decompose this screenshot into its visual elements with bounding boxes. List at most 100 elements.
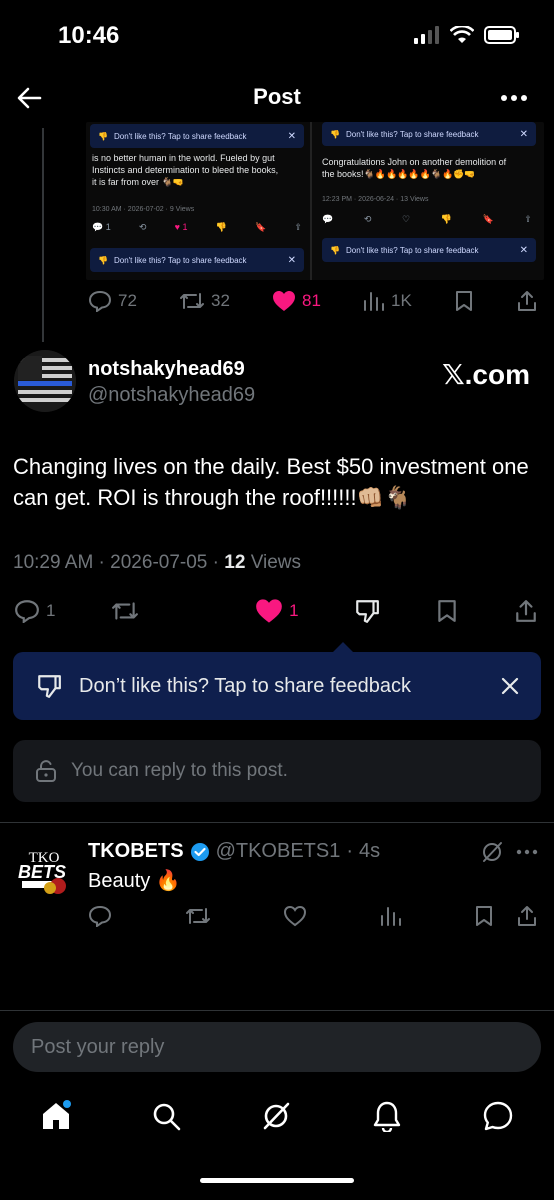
status-time: 10:46: [58, 22, 120, 49]
heart-filled-icon: [273, 291, 295, 311]
heart-outline-icon[interactable]: [283, 905, 307, 927]
reply-button[interactable]: 1: [14, 599, 55, 623]
reply-count: 72: [118, 291, 137, 310]
reply-icon[interactable]: [88, 905, 112, 927]
post-action-bar: 1 1: [14, 598, 538, 624]
home-indicator: [200, 1178, 354, 1183]
reply-handle[interactable]: @TKOBETS1: [216, 840, 341, 863]
post-date: 2026-07-05: [110, 552, 208, 573]
notifications-icon[interactable]: [372, 1100, 402, 1132]
messages-icon[interactable]: [482, 1100, 514, 1132]
mini-post-text: is no better human in the world. Fueled …: [92, 153, 279, 187]
views-count: 1K: [391, 291, 412, 310]
embedded-post-left: 👎 Don't like this? Tap to share feedback…: [86, 122, 308, 280]
reply-more-icon[interactable]: [516, 849, 538, 855]
status-icons: [414, 26, 520, 44]
heart-filled-icon: [256, 599, 282, 623]
share-button[interactable]: [516, 290, 538, 312]
reply-body: Beauty 🔥: [88, 870, 181, 892]
share-button[interactable]: [514, 599, 538, 623]
bookmark-button[interactable]: [436, 599, 458, 623]
post-meta: 10:29 AM · 2026-07-05 · 12 Views: [13, 552, 302, 573]
home-icon[interactable]: [40, 1100, 72, 1132]
grok-icon[interactable]: [480, 840, 504, 864]
embedded-divider: [310, 122, 312, 280]
mini-post-text: Congratulations John on another demoliti…: [322, 157, 507, 179]
feedback-banner[interactable]: Don’t like this? Tap to share feedback: [13, 652, 541, 720]
reply-time: 4s: [359, 840, 381, 862]
bottom-tab-bar: [0, 1094, 554, 1140]
verified-badge-icon: [190, 842, 209, 861]
embedded-screenshot[interactable]: 👎 Don't like this? Tap to share feedback…: [86, 122, 544, 280]
reply-icon: [88, 290, 112, 312]
close-icon[interactable]: [501, 677, 519, 695]
mini-feedback-top-right: 👎 Don't like this? Tap to share feedback…: [322, 122, 536, 146]
mini-feedback-bottom-left: 👎 Don't like this? Tap to share feedback…: [90, 248, 304, 272]
author-handle[interactable]: @notshakyhead69: [88, 384, 255, 407]
like-button[interactable]: 81: [272, 290, 321, 312]
repost-icon: [180, 293, 204, 309]
reply-button[interactable]: 72: [88, 290, 137, 312]
mini-feedback-top-left: 👎 Don't like this? Tap to share feedback…: [90, 124, 304, 148]
views-icon[interactable]: [380, 906, 402, 926]
post-body: Changing lives on the daily. Best $50 in…: [13, 454, 529, 510]
feedback-caret: [333, 642, 353, 652]
author-display-name[interactable]: notshakyhead69: [88, 358, 245, 381]
mini-feedback-text: Don't like this? Tap to share feedback: [113, 131, 247, 141]
divider: [0, 822, 554, 823]
share-icon: [516, 600, 536, 622]
mini-feedback-bottom-right: 👎 Don't like this? Tap to share feedback…: [322, 238, 536, 262]
mini-post-meta: 12:23 PM · 2026-06-24 · 13 Views: [322, 196, 429, 203]
post-time: 10:29 AM: [13, 552, 94, 573]
reply-permission-notice: You can reply to this post.: [13, 740, 541, 802]
mini-dislike-icon: 👎: [330, 245, 340, 255]
reply-avatar[interactable]: TKO BETS: [14, 842, 76, 904]
parent-action-bar: 72 32 81 1K: [88, 290, 538, 312]
like-button[interactable]: 1: [255, 598, 299, 624]
bookmark-icon: [438, 600, 456, 622]
feedback-text: Don’t like this? Tap to share feedback: [79, 674, 412, 697]
post-views-count: 12: [224, 552, 246, 573]
like-count: 81: [302, 291, 321, 310]
search-icon[interactable]: [152, 1102, 182, 1132]
dislike-icon: [38, 675, 61, 698]
page-title: Post: [253, 84, 301, 109]
reply-display-name[interactable]: TKOBETS: [88, 840, 184, 863]
grok-tab-icon[interactable]: [260, 1100, 292, 1132]
signal-icon: [414, 26, 439, 44]
views-button[interactable]: 1K: [363, 291, 412, 311]
reply-icon: [15, 600, 39, 623]
repost-icon: [112, 602, 139, 620]
like-count: 1: [289, 601, 299, 620]
mini-actions: 💬 ⟲ ♡ 👎 🔖 ⇪: [322, 214, 532, 224]
reply-header: TKOBETS @TKOBETS1 · 4s: [88, 840, 381, 863]
share-icon: [517, 291, 536, 311]
bookmark-button[interactable]: [454, 290, 474, 312]
reply-count: 1: [46, 601, 56, 620]
mini-actions: 💬 1 ⟲ ♥ 1 👎 🔖 ⇪: [92, 222, 302, 232]
mini-dislike-icon: 👎: [98, 255, 108, 265]
bookmark-icon[interactable]: [474, 905, 494, 927]
mini-dislike-icon: 👎: [98, 131, 108, 141]
reply-notice-text: You can reply to this post.: [71, 760, 288, 781]
more-options-icon[interactable]: [500, 94, 528, 102]
author-avatar[interactable]: [14, 350, 76, 412]
repost-icon[interactable]: [185, 905, 211, 927]
mini-close-icon: ✕: [287, 130, 296, 142]
dislike-button[interactable]: [354, 598, 380, 624]
lock-open-icon: [36, 760, 56, 782]
wifi-icon: [450, 26, 474, 43]
reply-composer-input[interactable]: Post your reply: [13, 1022, 541, 1072]
mini-dislike-icon: 👎: [330, 129, 340, 139]
reply-action-bar: [88, 905, 538, 927]
dislike-icon: [356, 600, 380, 623]
repost-button[interactable]: [111, 599, 139, 623]
views-icon: [364, 292, 384, 311]
bookmark-icon: [455, 291, 472, 311]
thread-line: [42, 128, 44, 342]
share-icon[interactable]: [516, 905, 538, 927]
embedded-post-right: 👎 Don't like this? Tap to share feedback…: [318, 122, 544, 280]
repost-button[interactable]: 32: [179, 290, 230, 312]
mini-post-meta: 10:30 AM · 2026-07-02 · 9 Views: [92, 206, 195, 213]
repost-count: 32: [211, 291, 230, 310]
